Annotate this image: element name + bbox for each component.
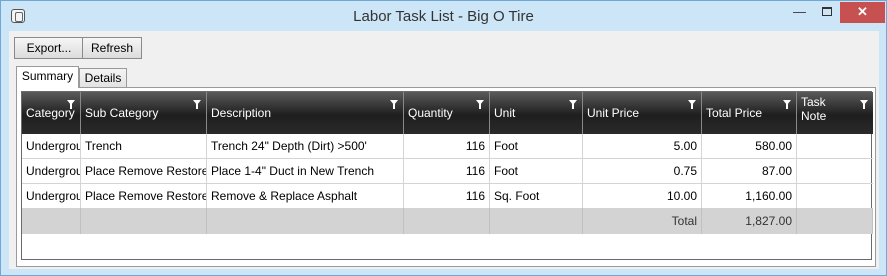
title-bar[interactable]: Labor Task List - Big O Tire — ✕ [1, 1, 886, 31]
footer-cell-empty [404, 208, 490, 234]
column-header-label: Unit [494, 106, 516, 120]
column-header-description[interactable]: Description [207, 92, 404, 134]
filter-icon[interactable] [476, 100, 484, 109]
client-area: Export... Refresh Summary Details Catego… [9, 31, 879, 269]
column-header-label: Quantity [408, 106, 453, 120]
tab-details[interactable]: Details [79, 68, 127, 88]
cell-quantity[interactable]: 116 [404, 159, 490, 184]
filter-icon[interactable] [390, 100, 398, 109]
footer-cell-empty [490, 208, 583, 234]
table-footer-total: Total 1,827.00 [22, 208, 873, 234]
filter-icon[interactable] [193, 100, 201, 109]
cell-quantity[interactable]: 116 [404, 184, 490, 209]
maximize-icon [821, 7, 832, 16]
cell-quantity[interactable]: 116 [404, 134, 490, 159]
column-header-unit[interactable]: Unit [490, 92, 583, 134]
cell-unit[interactable]: Foot [490, 159, 583, 184]
cell-unit-price[interactable]: 10.00 [583, 184, 702, 209]
column-header-quantity[interactable]: Quantity [404, 92, 490, 134]
footer-cell-empty [22, 208, 81, 234]
export-button[interactable]: Export... [14, 37, 84, 59]
footer-total-label: Total [583, 208, 702, 234]
summary-panel: Category Sub Category Description Quanti… [16, 87, 876, 267]
column-header-label: Unit Price [587, 106, 640, 120]
column-header-label: Category [26, 106, 75, 120]
cell-total-price[interactable]: 87.00 [702, 159, 797, 184]
cell-total-price[interactable]: 580.00 [702, 134, 797, 159]
column-header-unit-price[interactable]: Unit Price [583, 92, 702, 134]
cell-description[interactable]: Remove & Replace Asphalt [207, 184, 404, 209]
table-row[interactable]: Underground Place Remove Restore Remove … [22, 184, 873, 209]
close-button[interactable]: ✕ [840, 2, 885, 23]
cell-category[interactable]: Underground [22, 159, 81, 184]
column-header-label: Sub Category [85, 106, 159, 120]
cell-task-note[interactable] [797, 159, 873, 184]
column-header-label: Task Note [801, 95, 827, 123]
cell-category[interactable]: Underground [22, 134, 81, 159]
cell-sub-category[interactable]: Place Remove Restore [81, 184, 207, 209]
table-row[interactable]: Underground Trench Trench 24" Depth (Dir… [22, 134, 873, 159]
minimize-button[interactable]: — [786, 2, 813, 23]
cell-total-price[interactable]: 1,160.00 [702, 184, 797, 209]
cell-sub-category[interactable]: Place Remove Restore [81, 159, 207, 184]
column-header-total-price[interactable]: Total Price [702, 92, 797, 134]
cell-unit[interactable]: Sq. Foot [490, 184, 583, 209]
column-header-label: Description [211, 106, 272, 120]
cell-unit-price[interactable]: 0.75 [583, 159, 702, 184]
column-header-task-note[interactable]: Task Note [797, 92, 873, 134]
labor-task-grid: Category Sub Category Description Quanti… [21, 91, 873, 260]
filter-icon[interactable] [569, 100, 577, 109]
footer-cell-empty [797, 208, 873, 234]
footer-cell-empty [81, 208, 207, 234]
cell-description[interactable]: Place 1-4" Duct in New Trench [207, 159, 404, 184]
footer-total-value: 1,827.00 [702, 208, 797, 234]
maximize-button[interactable] [813, 2, 840, 23]
refresh-button[interactable]: Refresh [82, 37, 142, 59]
table-row[interactable]: Underground Place Remove Restore Place 1… [22, 159, 873, 184]
cell-unit[interactable]: Foot [490, 134, 583, 159]
column-header-category[interactable]: Category [22, 92, 81, 134]
filter-icon[interactable] [860, 100, 868, 109]
cell-task-note[interactable] [797, 184, 873, 209]
filter-icon[interactable] [688, 100, 696, 109]
cell-unit-price[interactable]: 5.00 [583, 134, 702, 159]
cell-description[interactable]: Trench 24" Depth (Dirt) >500' [207, 134, 404, 159]
filter-icon[interactable] [783, 100, 791, 109]
column-header-label: Total Price [706, 106, 763, 120]
footer-cell-empty [207, 208, 404, 234]
window-title: Labor Task List - Big O Tire [353, 8, 534, 25]
cell-category[interactable]: Underground [22, 184, 81, 209]
tab-summary[interactable]: Summary [16, 66, 79, 88]
column-header-sub-category[interactable]: Sub Category [81, 92, 207, 134]
cell-sub-category[interactable]: Trench [81, 134, 207, 159]
filter-icon[interactable] [67, 100, 75, 109]
cell-task-note[interactable] [797, 134, 873, 159]
app-window: Labor Task List - Big O Tire — ✕ Export.… [0, 0, 887, 276]
